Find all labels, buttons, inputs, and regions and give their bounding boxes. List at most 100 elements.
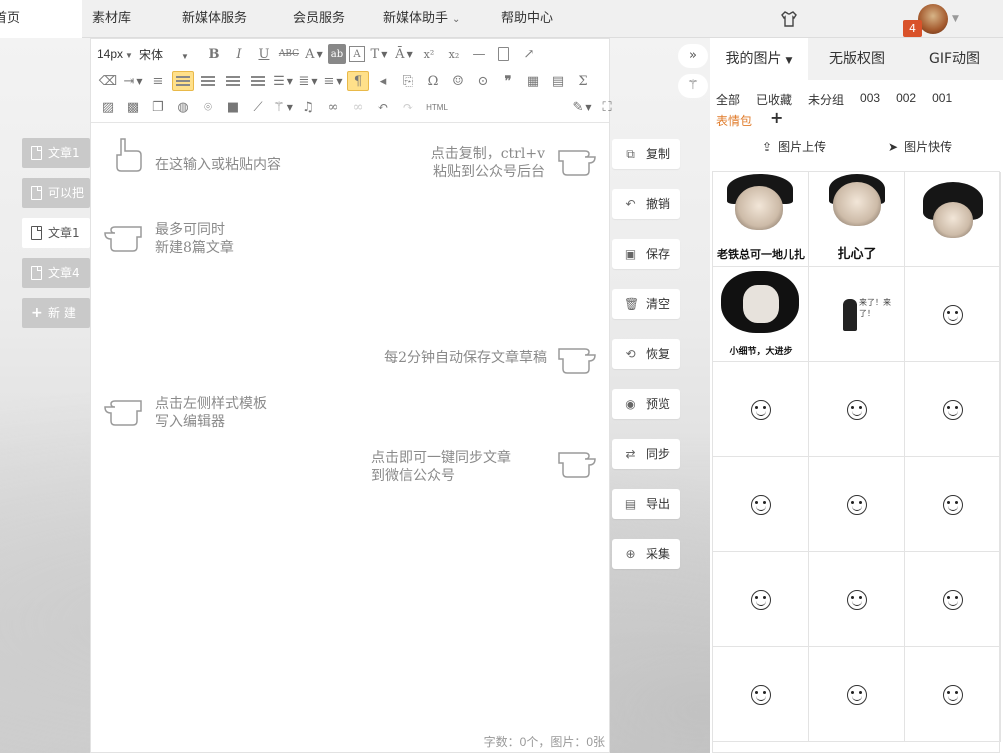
copy-button[interactable]: ⧉ 复制: [612, 139, 680, 169]
text-style-icon[interactable]: T ▼: [368, 44, 390, 64]
article-tab-4[interactable]: 文章4: [22, 258, 90, 288]
chevron-down-icon[interactable]: ▼: [952, 14, 959, 24]
ltr-direction-icon[interactable]: ¶: [347, 71, 369, 91]
undo-icon[interactable]: ↶: [372, 97, 394, 117]
image-thumb[interactable]: [713, 552, 809, 647]
image-thumb[interactable]: 小细节，大进步: [713, 267, 809, 362]
image-thumb[interactable]: [905, 457, 1001, 552]
brush-icon[interactable]: ⟋: [247, 97, 269, 117]
image-thumb[interactable]: [809, 647, 905, 742]
filter-003[interactable]: 003: [860, 91, 880, 108]
image-thumb[interactable]: [713, 457, 809, 552]
nav-home[interactable]: 首页: [0, 0, 82, 38]
format-painter-icon[interactable]: ⎘: [397, 71, 419, 91]
gallery-icon[interactable]: ▩: [122, 97, 144, 117]
special-char-icon[interactable]: Ω: [422, 71, 444, 91]
nav-new-media-service[interactable]: 新媒体服务: [182, 0, 247, 38]
image-thumb[interactable]: [809, 552, 905, 647]
list-indent-icon[interactable]: ≡: [147, 71, 169, 91]
magic-wand-icon[interactable]: ⚚: [678, 74, 708, 98]
align-justify-icon[interactable]: [247, 71, 269, 91]
add-group-button[interactable]: +: [770, 108, 783, 127]
image-thumb[interactable]: 扎心了: [809, 172, 905, 267]
filter-all[interactable]: 全部: [716, 91, 740, 108]
image-thumb[interactable]: [905, 267, 1001, 362]
fullscreen-icon[interactable]: ⛶: [596, 97, 618, 117]
sum-icon[interactable]: Σ: [572, 71, 594, 91]
magic-wand-icon[interactable]: ⚚ ▼: [272, 97, 294, 117]
nav-help-center[interactable]: 帮助中心: [501, 0, 553, 38]
unlink-icon[interactable]: ∞: [347, 97, 369, 117]
image-quick-send-button[interactable]: ➤ 图片快传: [888, 138, 952, 155]
rtl-direction-icon[interactable]: ◂: [372, 71, 394, 91]
underline-icon[interactable]: U: [253, 44, 275, 64]
collect-button[interactable]: ⊕ 采集: [612, 539, 680, 569]
table-icon[interactable]: ▦: [522, 71, 544, 91]
nav-material-library[interactable]: 素材库: [92, 0, 131, 38]
superscript-icon[interactable]: x²: [418, 44, 440, 64]
save-button[interactable]: ▣ 保存: [612, 239, 680, 269]
tab-my-images[interactable]: 我的图片 ▼: [710, 38, 808, 80]
search-replace-icon[interactable]: ⊙: [472, 71, 494, 91]
indent-icon[interactable]: ⇥ ▼: [122, 71, 144, 91]
image-thumb[interactable]: [905, 552, 1001, 647]
window-icon[interactable]: ❐: [147, 97, 169, 117]
image-thumb[interactable]: [905, 172, 1001, 267]
redo-icon[interactable]: ↷: [397, 97, 419, 117]
article-tab-1[interactable]: 文章1: [22, 138, 90, 168]
music-icon[interactable]: ♫: [297, 97, 319, 117]
article-tab-3[interactable]: 文章1: [22, 218, 90, 248]
text-border-icon[interactable]: A: [348, 46, 365, 62]
filter-ungrouped[interactable]: 未分组: [808, 91, 844, 108]
new-article-button[interactable]: + 新 建: [22, 298, 90, 328]
tab-gif[interactable]: GIF动图: [906, 38, 1003, 80]
font-color-icon[interactable]: A ▼: [303, 44, 325, 64]
horizontal-rule-icon[interactable]: —: [468, 44, 490, 64]
align-right-icon[interactable]: [222, 71, 244, 91]
image-thumb[interactable]: [713, 362, 809, 457]
nav-new-media-assistant[interactable]: 新媒体助手 ⌄: [383, 0, 460, 38]
collapse-panel-button[interactable]: »: [678, 44, 708, 68]
letter-spacing-icon[interactable]: Ā ▼: [393, 44, 415, 64]
article-tab-2[interactable]: 可以把: [22, 178, 90, 208]
image-thumb[interactable]: [905, 362, 1001, 457]
tab-royalty-free[interactable]: 无版权图: [808, 38, 906, 80]
align-left-icon[interactable]: [172, 71, 194, 91]
paste-icon[interactable]: ▤: [547, 71, 569, 91]
video-icon[interactable]: ■: [222, 97, 244, 117]
link-icon[interactable]: ∞: [322, 97, 344, 117]
bold-icon[interactable]: B: [203, 44, 225, 64]
clear-button[interactable]: 🗑 清空: [612, 289, 680, 319]
image-icon[interactable]: ▨: [97, 97, 119, 117]
sync-button[interactable]: ⇄ 同步: [612, 439, 680, 469]
notification-badge[interactable]: 4: [903, 20, 922, 37]
map-pin-icon[interactable]: ⌾: [197, 97, 219, 117]
font-size-select[interactable]: 14px ▼: [97, 47, 133, 61]
nav-member-service[interactable]: 会员服务: [293, 0, 345, 38]
line-height-icon[interactable]: ☰ ▼: [272, 71, 294, 91]
emoji-icon[interactable]: ☺: [447, 71, 469, 91]
preview-button[interactable]: ◉ 预览: [612, 389, 680, 419]
font-family-select[interactable]: 宋体 ▼: [139, 46, 197, 63]
eraser-icon[interactable]: ⌫: [97, 71, 119, 91]
user-avatar[interactable]: [918, 4, 948, 34]
image-thumb[interactable]: [809, 362, 905, 457]
image-thumb[interactable]: [713, 647, 809, 742]
image-thumb[interactable]: 老铁总可一地儿扎: [713, 172, 809, 267]
tshirt-icon[interactable]: [780, 10, 798, 28]
image-thumb[interactable]: 来了！来了！: [809, 267, 905, 362]
palette-icon[interactable]: ◍: [172, 97, 194, 117]
quote-icon[interactable]: ❞: [497, 71, 519, 91]
filter-002[interactable]: 002: [896, 91, 916, 108]
editor-content-area[interactable]: 在这输入或粘贴内容 点击复制，ctrl+v 粘贴到公众号后台 最多可同时 新建8…: [91, 123, 609, 752]
export-button[interactable]: ▤ 导出: [612, 489, 680, 519]
image-upload-button[interactable]: ⇪ 图片上传: [762, 138, 826, 155]
align-center-icon[interactable]: [197, 71, 219, 91]
image-thumb[interactable]: [905, 647, 1001, 742]
filter-emoji-pack[interactable]: 表情包: [716, 112, 752, 129]
html-source-button[interactable]: HTML: [422, 97, 452, 117]
filter-001[interactable]: 001: [932, 91, 952, 108]
list-style-icon[interactable]: ≡ ▼: [322, 71, 344, 91]
italic-icon[interactable]: I: [228, 44, 250, 64]
page-icon[interactable]: [493, 44, 515, 64]
